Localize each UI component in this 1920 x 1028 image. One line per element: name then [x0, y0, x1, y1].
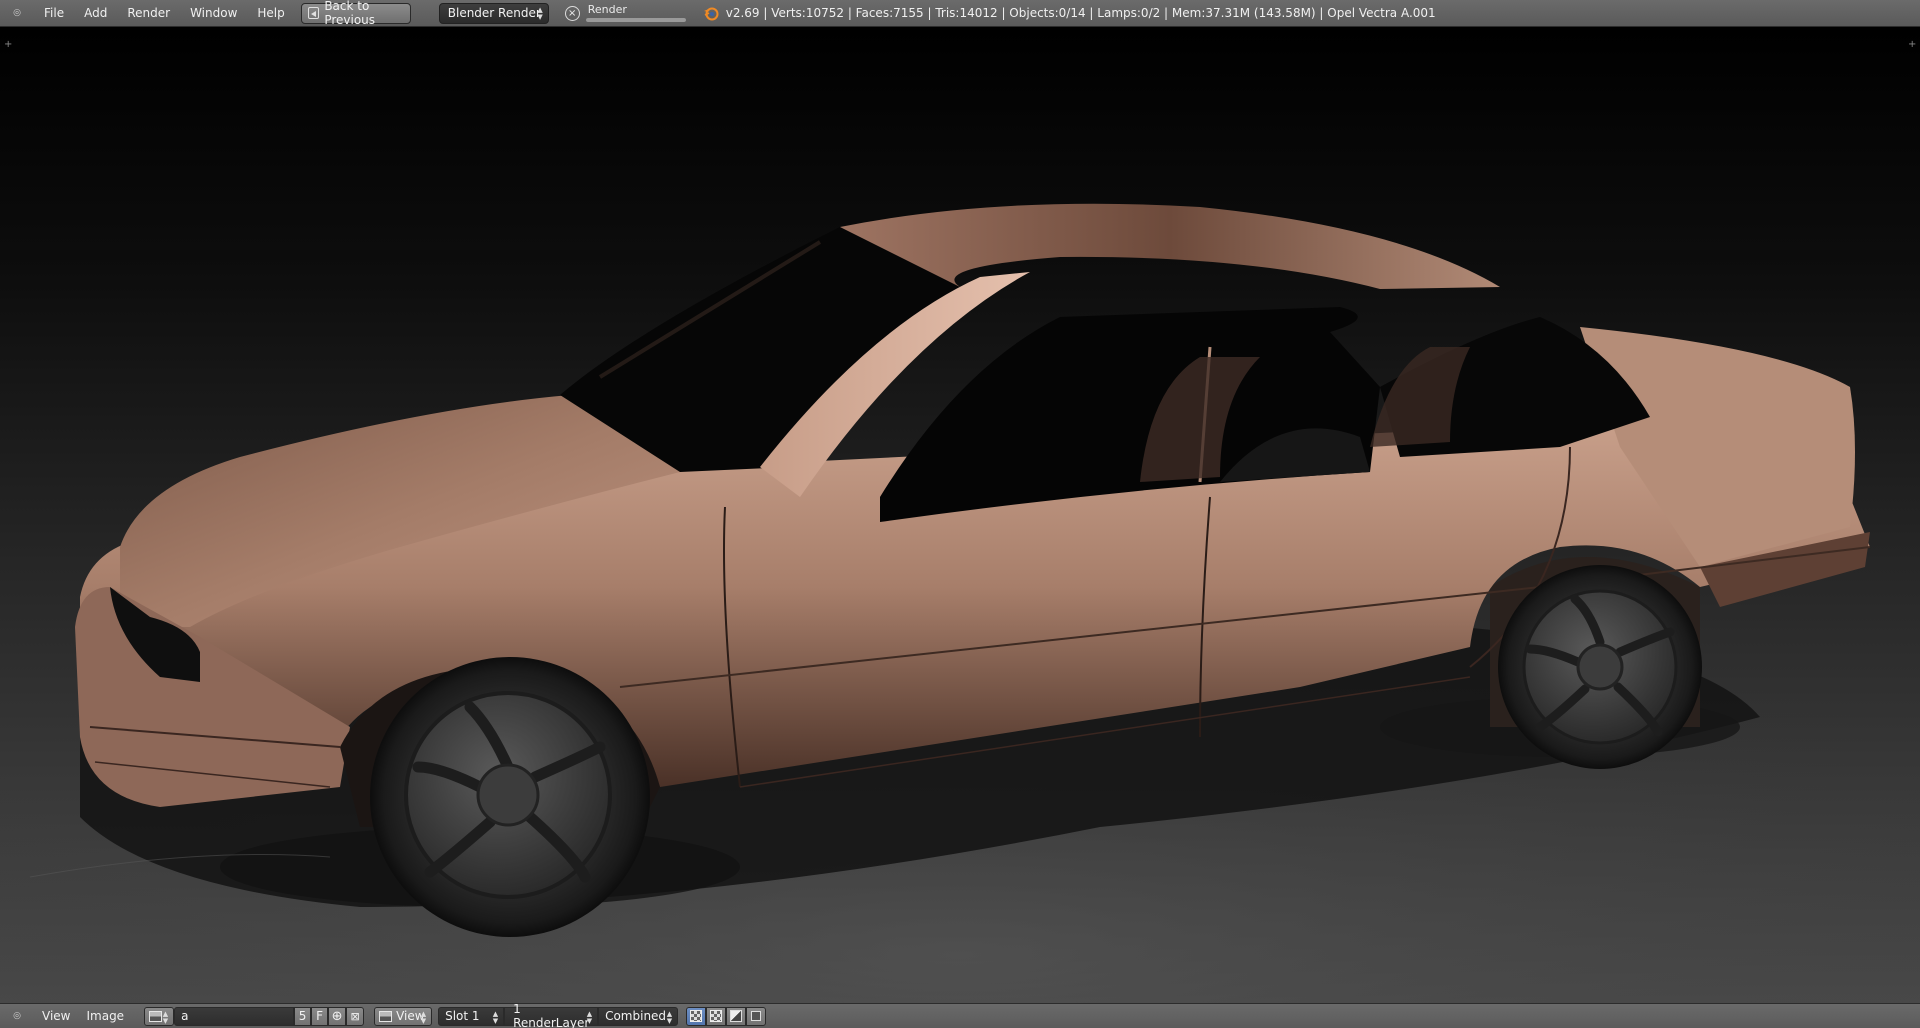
draw-channels-toggle	[686, 1006, 767, 1026]
menu-add[interactable]: Add	[74, 2, 117, 24]
menu-help[interactable]: Help	[247, 2, 294, 24]
view-mode-select[interactable]: View ▲ ▼	[374, 1006, 433, 1026]
close-icon[interactable]: ⊠	[346, 1006, 365, 1026]
render-pass-value: Combined	[605, 1009, 667, 1023]
render-job-label: Render	[587, 3, 627, 16]
editor-menu: View Image	[34, 1005, 132, 1027]
fake-user-button[interactable]: F	[311, 1006, 329, 1026]
updown-arrows-icon: ▲ ▼	[492, 1009, 499, 1025]
updown-arrows-icon: ▲ ▼	[666, 1009, 673, 1025]
progress-fill	[585, 18, 686, 22]
square-icon[interactable]	[746, 1006, 767, 1026]
menu-render[interactable]: Render	[117, 2, 180, 24]
image-icon	[379, 1010, 393, 1022]
alpha-checker-swatch	[690, 1010, 703, 1022]
render-job: × Render	[564, 3, 686, 23]
scene-statistics: v2.69 | Verts:10752 | Faces:7155 | Tris:…	[725, 6, 1436, 20]
render-engine-select[interactable]: Blender Render ▲ ▼	[438, 2, 549, 24]
area-toggle-icon[interactable]: ◎	[8, 1007, 26, 1025]
image-name-field[interactable]: a	[174, 1006, 295, 1026]
image-browse-button[interactable]: ▲ ▼	[144, 1006, 175, 1026]
corner-resize-icon[interactable]: +	[4, 40, 12, 50]
area-toggle-icon[interactable]: ◎	[8, 4, 26, 22]
menu-view[interactable]: View	[34, 1005, 78, 1027]
render-progress-bar: Render	[585, 3, 686, 23]
plus-icon[interactable]: ⊕	[328, 1006, 347, 1026]
image-name-value: a	[181, 1009, 189, 1023]
menu-window[interactable]: Window	[180, 2, 247, 24]
menu-image[interactable]: Image	[78, 1005, 132, 1027]
menu-file[interactable]: File	[34, 2, 74, 24]
blender-logo-icon	[703, 7, 719, 21]
render-layer-value: 1 RenderLayer	[513, 1002, 590, 1028]
cancel-icon[interactable]: ×	[564, 5, 580, 21]
z-buffer-icon[interactable]	[706, 1006, 727, 1026]
info-header: ◎ File Add Render Window Help Back to Pr…	[0, 0, 1920, 27]
fake-user-label: F	[316, 1009, 324, 1023]
main-menu: File Add Render Window Help	[34, 2, 295, 24]
users-count-button[interactable]: 5	[294, 1006, 312, 1026]
slot-value: Slot 1	[445, 1009, 480, 1023]
color-icon[interactable]	[726, 1006, 747, 1026]
image-editor-header: ◎ View Image ▲ ▼ a 5 F ⊕ ⊠ View ▲ ▼ Slot 1…	[0, 1002, 1920, 1028]
render-engine-value: Blender Render	[447, 6, 541, 20]
rendered-car-image	[0, 27, 1920, 1003]
updown-arrows-icon: ▲ ▼	[420, 1009, 427, 1025]
render-result-viewport[interactable]: + +	[0, 27, 1920, 1003]
checker-icon[interactable]	[686, 1006, 707, 1026]
updown-arrows-icon: ▲ ▼	[162, 1009, 169, 1025]
image-icon	[149, 1010, 163, 1022]
corner-resize-icon[interactable]: +	[1908, 40, 1916, 50]
z-buffer-swatch	[710, 1010, 723, 1022]
progress-track	[585, 18, 686, 22]
users-count-value: 5	[298, 1009, 307, 1023]
render-pass-select[interactable]: Combined ▲ ▼	[598, 1006, 679, 1026]
back-to-previous-button[interactable]: Back to Previous	[300, 0, 411, 27]
back-button-label: Back to Previous	[324, 0, 376, 27]
slot-select[interactable]: Slot 1 ▲ ▼	[438, 1006, 505, 1026]
color-swatch	[730, 1010, 743, 1022]
full-square-swatch	[751, 1011, 762, 1021]
updown-arrows-icon: ▲ ▼	[537, 5, 543, 21]
back-icon	[307, 7, 320, 19]
updown-arrows-icon: ▲ ▼	[586, 1009, 593, 1025]
render-layer-select[interactable]: 1 RenderLayer ▲ ▼	[504, 1002, 599, 1028]
